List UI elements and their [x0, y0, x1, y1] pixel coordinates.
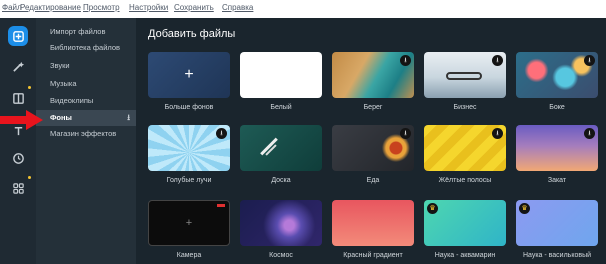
stickers-tool-button[interactable]	[8, 148, 28, 168]
menu-settings[interactable]: Настройки	[129, 3, 168, 12]
menu-file[interactable]: Файл	[2, 3, 22, 12]
tile-label: Красный градиент	[343, 252, 403, 259]
new-badge-dot	[28, 176, 31, 179]
tile-label: Космос	[269, 252, 293, 259]
tile-label: Еда	[366, 177, 380, 184]
tile-label: Доска	[271, 177, 291, 184]
rec-indicator	[217, 204, 225, 207]
tile-camera[interactable]: + Камера	[148, 200, 230, 260]
tile-more-backgrounds[interactable]: + Больше фонов	[148, 52, 230, 112]
tile-shore[interactable]: ⭳ Берег	[332, 52, 414, 112]
download-icon[interactable]: ⭳	[400, 55, 411, 66]
tile-food[interactable]: ⭳ Еда	[332, 125, 414, 185]
sidebar-item-effects-store[interactable]: Магазин эффектов	[36, 126, 136, 142]
menu-help[interactable]: Справка	[222, 3, 253, 12]
tile-label: Белый	[270, 104, 292, 111]
thumbnail	[240, 125, 322, 171]
download-icon[interactable]: ⭳	[400, 128, 411, 139]
menu-save[interactable]: Сохранить	[174, 3, 214, 12]
sidebar-item-label: Видеоклипы	[50, 96, 94, 105]
thumbnail: ⭳	[332, 125, 414, 171]
menu-view[interactable]: Просмотр	[83, 3, 120, 12]
crown-icon: ♛	[427, 203, 438, 214]
tool-rail	[0, 18, 36, 264]
tile-label: Закат	[547, 177, 567, 184]
new-badge-dot	[28, 86, 31, 89]
tile-board[interactable]: Доска	[240, 125, 322, 185]
thumbnail	[332, 200, 414, 246]
thumbnail: ♛	[516, 200, 598, 246]
sidebar-item-import-files[interactable]: Импорт файлов	[36, 24, 136, 40]
tile-science-aquamarine[interactable]: ♛ Наука - аквамарин	[424, 200, 506, 260]
menu-bar: Файл Редактирование Просмотр Настройки С…	[0, 0, 606, 18]
thumbnail	[240, 200, 322, 246]
tile-label: Наука - васильковый	[522, 252, 592, 259]
tile-yellow-stripes[interactable]: ⭳ Жёлтые полосы	[424, 125, 506, 185]
tile-label: Берег	[363, 104, 383, 111]
grid-icon	[12, 182, 24, 194]
tile-sunset[interactable]: ⭳ Закат	[516, 125, 598, 185]
transitions-icon	[12, 92, 24, 104]
sidebar-item-file-library[interactable]: Библиотека файлов	[36, 40, 136, 56]
sidebar-item-label: Библиотека файлов	[50, 43, 121, 52]
page-title: Добавить файлы	[148, 28, 236, 40]
tile-label: Наука - аквамарин	[434, 252, 496, 259]
tile-red-gradient[interactable]: Красный градиент	[332, 200, 414, 260]
menu-edit[interactable]: Редактирование	[20, 3, 81, 12]
sidebar-item-sounds[interactable]: Звуки	[36, 58, 136, 74]
download-icon: ⭳	[127, 113, 130, 122]
sidebar-item-label: Звуки	[50, 61, 70, 70]
tile-label: Голубые лучи	[166, 177, 212, 184]
add-files-panel: Добавить файлы + Больше фонов Белый ⭳ Бе…	[136, 18, 606, 264]
thumbnail: ⭳	[332, 52, 414, 98]
effects-tool-button[interactable]	[8, 56, 28, 76]
thumbnail: +	[148, 200, 230, 246]
thumbnail: ⭳	[516, 52, 598, 98]
tile-bokeh[interactable]: ⭳ Боке	[516, 52, 598, 112]
tile-white[interactable]: Белый	[240, 52, 322, 112]
tile-space[interactable]: Космос	[240, 200, 322, 260]
tile-business[interactable]: ⭳ Бизнес	[424, 52, 506, 112]
transitions-tool-button[interactable]	[8, 88, 28, 108]
tile-label: Бизнес	[453, 104, 477, 111]
clock-icon	[12, 152, 24, 164]
sidebar-item-label: Магазин эффектов	[50, 129, 117, 138]
sidebar-item-label: Фоны	[50, 113, 72, 122]
sidebar-item-label: Музыка	[50, 79, 77, 88]
sidebar-item-label: Импорт файлов	[50, 27, 106, 36]
thumbnail: ⭳	[148, 125, 230, 171]
download-icon[interactable]: ⭳	[584, 55, 595, 66]
tile-label: Боке	[549, 104, 565, 111]
thumbnail: ♛	[424, 200, 506, 246]
sidebar-item-videoclips[interactable]: Видеоклипы	[36, 93, 136, 109]
tile-label: Камера	[176, 252, 202, 259]
import-tool-button[interactable]	[8, 26, 28, 46]
sidebar-item-music[interactable]: Музыка	[36, 76, 136, 92]
tile-label: Больше фонов	[164, 104, 214, 111]
download-icon[interactable]: ⭳	[216, 128, 227, 139]
thumbnail: ⭳	[516, 125, 598, 171]
thumbnail: ⭳	[424, 125, 506, 171]
red-arrow-icon	[0, 110, 43, 130]
more-tools-button[interactable]	[8, 178, 28, 198]
download-icon[interactable]: ⭳	[492, 55, 503, 66]
tile-label: Жёлтые полосы	[438, 177, 492, 184]
thumbnail: ⭳	[424, 52, 506, 98]
plus-icon: +	[185, 217, 193, 229]
download-icon[interactable]: ⭳	[584, 128, 595, 139]
glasses-shape	[446, 72, 482, 80]
magic-wand-icon	[12, 61, 24, 72]
tile-blue-rays[interactable]: ⭳ Голубые лучи	[148, 125, 230, 185]
sidebar-item-backgrounds[interactable]: Фоны ⭳	[36, 110, 136, 126]
import-icon	[12, 30, 24, 42]
crown-icon: ♛	[519, 203, 530, 214]
tile-science-cornflower[interactable]: ♛ Наука - васильковый	[516, 200, 598, 260]
thumbnail	[240, 52, 322, 98]
plus-icon: +	[184, 66, 194, 83]
thumbnail: +	[148, 52, 230, 98]
import-side-panel: Импорт файлов Библиотека файлов Звуки Му…	[36, 18, 136, 264]
download-icon[interactable]: ⭳	[492, 128, 503, 139]
